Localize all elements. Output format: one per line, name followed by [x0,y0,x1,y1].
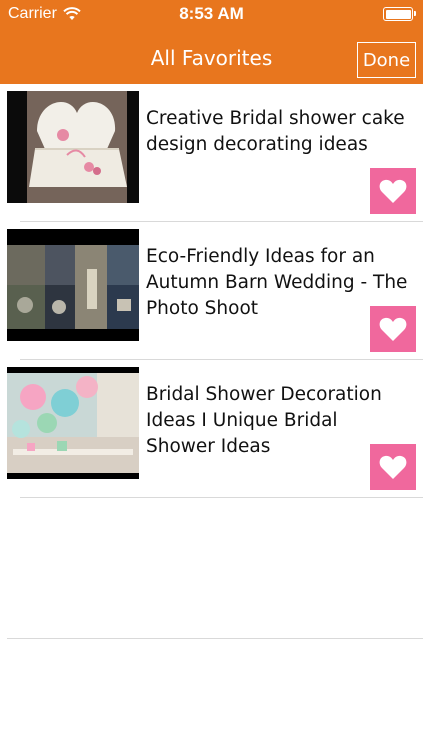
row-divider [20,497,423,498]
thumbnail-decoration-image [7,367,139,479]
favorite-button[interactable] [370,306,416,352]
battery-level [385,9,411,19]
favorite-button[interactable] [370,168,416,214]
thumbnail-cake-image [7,91,139,203]
list-item[interactable]: Eco-Friendly Ideas for an Autumn Barn We… [0,222,423,360]
item-title: Creative Bridal shower cake design decor… [146,108,405,155]
favorites-list: Creative Bridal shower cake design decor… [0,84,423,498]
list-item[interactable]: Bridal Shower Decoration Ideas I Unique … [0,360,423,498]
empty-row-divider [7,638,423,639]
heart-icon [379,455,407,479]
heart-icon [379,179,407,203]
clock: 8:53 AM [179,4,244,23]
favorite-button[interactable] [370,444,416,490]
list-item[interactable]: Creative Bridal shower cake design decor… [0,84,423,222]
nav-bar: Carrier 8:53 AM All Favorites Done [0,0,423,84]
status-bar: Carrier 8:53 AM [0,0,423,28]
battery-icon [383,7,416,21]
done-button[interactable]: Done [357,42,416,78]
thumbnail-barn-image [7,229,139,341]
heart-icon [379,317,407,341]
